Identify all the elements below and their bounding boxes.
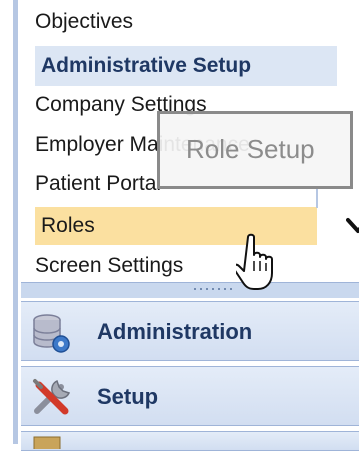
left-edge xyxy=(0,0,21,444)
administration-button[interactable]: Administration xyxy=(21,301,359,361)
next-outlook-button[interactable] xyxy=(21,431,359,451)
database-gear-icon xyxy=(33,314,70,353)
hand-cursor-icon xyxy=(236,233,273,290)
folder-gear-icon xyxy=(33,436,61,449)
nav-scroll-edge xyxy=(316,186,359,208)
tooltip: Role Setup xyxy=(157,111,353,189)
setup-label: Setup xyxy=(97,384,159,409)
nav-group-administrative-setup[interactable]: Administrative Setup xyxy=(35,46,337,86)
nav-item-screen-settings[interactable]: Screen Settings xyxy=(35,248,183,284)
left-edge-bar xyxy=(13,0,18,444)
tooltip-text: Role Setup xyxy=(186,134,315,164)
nav-item-objectives[interactable]: Objectives xyxy=(35,4,133,40)
setup-button[interactable]: Setup xyxy=(21,366,359,426)
panel-splitter[interactable] xyxy=(21,282,359,298)
splitter-grip-icon[interactable] xyxy=(192,287,232,291)
nav-item-patient-portal[interactable]: Patient Portal xyxy=(35,166,161,202)
tools-icon xyxy=(33,379,71,415)
administration-label: Administration xyxy=(97,319,253,344)
chevron-down-icon[interactable] xyxy=(346,217,359,235)
